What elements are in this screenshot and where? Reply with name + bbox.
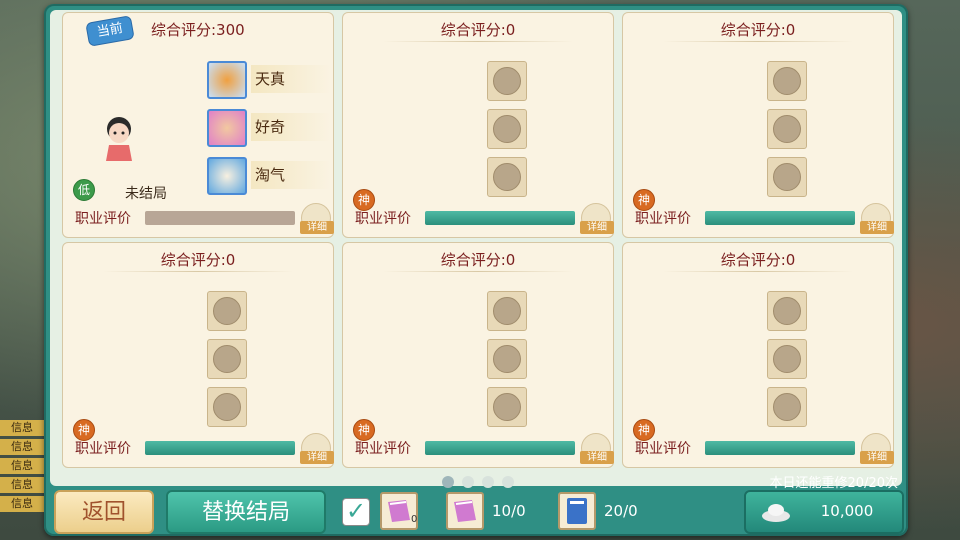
title-divider <box>663 41 853 42</box>
card-score: 综合评分:0 <box>440 21 516 39</box>
item-count: 20/0 <box>604 502 638 520</box>
scroll-item-slot[interactable] <box>446 492 484 530</box>
empty-trait-slot <box>487 61 527 101</box>
career-eval-bar <box>425 441 575 455</box>
empty-trait-slot <box>767 339 807 379</box>
side-tab[interactable]: 信息 <box>0 420 44 436</box>
career-eval-label: 职业评价 <box>635 211 691 227</box>
detail-button[interactable]: 详细 <box>300 433 334 464</box>
card-score: 综合评分:0 <box>720 21 796 39</box>
career-eval-label: 职业评价 <box>635 441 691 457</box>
book-item-slot[interactable] <box>558 492 596 530</box>
trait-curious-icon <box>207 109 247 147</box>
card-score: 综合评分:0 <box>440 251 516 269</box>
check-icon[interactable]: ✓ <box>342 498 370 526</box>
trait-row[interactable]: 淘气 <box>207 157 331 195</box>
ending-card-2[interactable]: 综合评分:0 神 职业评价 详细 <box>342 12 614 238</box>
empty-trait-slot <box>767 291 807 331</box>
career-eval-bar <box>705 441 855 455</box>
silver-ingot-icon <box>762 504 790 522</box>
detail-button[interactable]: 详细 <box>860 203 894 234</box>
scroll-icon <box>454 500 476 522</box>
detail-button[interactable]: 详细 <box>580 433 614 464</box>
ending-card-6[interactable]: 综合评分:0 神 职业评价 详细 <box>622 242 894 468</box>
item-count: 10/0 <box>492 502 526 520</box>
career-eval-bar <box>425 211 575 225</box>
side-tab[interactable]: 信息 <box>0 458 44 474</box>
trait-row[interactable]: 好奇 <box>207 109 331 147</box>
ending-card-1[interactable]: 当前 综合评分:300 天真 好奇 淘气 低 未结局 职业评价 详细 <box>62 12 334 238</box>
ending-card-3[interactable]: 综合评分:0 神 职业评价 详细 <box>622 12 894 238</box>
current-tag-icon: 当前 <box>85 15 135 47</box>
item-count: 0 <box>411 514 418 525</box>
empty-trait-slot <box>207 339 247 379</box>
page-dot[interactable] <box>482 476 494 488</box>
trait-naive-icon <box>207 61 247 99</box>
empty-trait-slot <box>767 157 807 197</box>
career-eval-bar <box>145 441 295 455</box>
trait-row[interactable]: 天真 <box>207 61 331 99</box>
page-dot[interactable] <box>502 476 514 488</box>
title-divider <box>383 41 573 42</box>
detail-button[interactable]: 详细 <box>580 203 614 234</box>
currency-amount: 10,000 <box>820 502 874 520</box>
side-tab[interactable]: 信息 <box>0 439 44 455</box>
title-divider <box>663 271 853 272</box>
empty-trait-slot <box>767 61 807 101</box>
ending-card-5[interactable]: 综合评分:0 神 职业评价 详细 <box>342 242 614 468</box>
ending-card-4[interactable]: 综合评分:0 神 职业评价 详细 <box>62 242 334 468</box>
career-eval-label: 职业评价 <box>355 441 411 457</box>
trait-label: 好奇 <box>251 113 331 141</box>
title-divider <box>383 271 573 272</box>
side-chat-tabs: 信息 信息 信息 信息 信息 <box>0 420 44 515</box>
empty-trait-slot <box>487 157 527 197</box>
career-eval-label: 职业评价 <box>75 211 131 227</box>
rating-low-badge: 低 <box>73 179 95 201</box>
empty-trait-slot <box>207 291 247 331</box>
trait-naughty-icon <box>207 157 247 195</box>
side-tab[interactable]: 信息 <box>0 496 44 512</box>
empty-trait-slot <box>487 387 527 427</box>
side-tab[interactable]: 信息 <box>0 477 44 493</box>
empty-trait-slot <box>767 109 807 149</box>
career-eval-bar <box>705 211 855 225</box>
trait-label: 天真 <box>251 65 331 93</box>
trait-label: 淘气 <box>251 161 331 189</box>
detail-button[interactable]: 详细 <box>300 203 334 234</box>
child-character <box>99 113 139 165</box>
back-button[interactable]: 返回 <box>54 490 154 534</box>
career-eval-label: 职业评价 <box>355 211 411 227</box>
career-eval-bar <box>145 211 295 225</box>
empty-trait-slot <box>487 109 527 149</box>
page-dot[interactable] <box>462 476 474 488</box>
card-score: 综合评分:0 <box>160 251 236 269</box>
career-eval-label: 职业评价 <box>75 441 131 457</box>
empty-trait-slot <box>487 291 527 331</box>
detail-button[interactable]: 详细 <box>860 433 894 464</box>
ending-status: 未结局 <box>125 186 167 202</box>
empty-trait-slot <box>487 339 527 379</box>
currency-button[interactable]: 10,000 <box>744 490 904 534</box>
card-score: 综合评分:0 <box>720 251 796 269</box>
card-score: 综合评分:300 <box>151 21 245 39</box>
book-icon <box>567 498 587 524</box>
empty-trait-slot <box>767 387 807 427</box>
replace-ending-button[interactable]: 替换结局 <box>166 490 326 534</box>
empty-trait-slot <box>207 387 247 427</box>
page-dot[interactable] <box>442 476 454 488</box>
repair-remaining-text: 本日还能重修20/20次 <box>769 476 898 491</box>
title-divider <box>103 271 293 272</box>
